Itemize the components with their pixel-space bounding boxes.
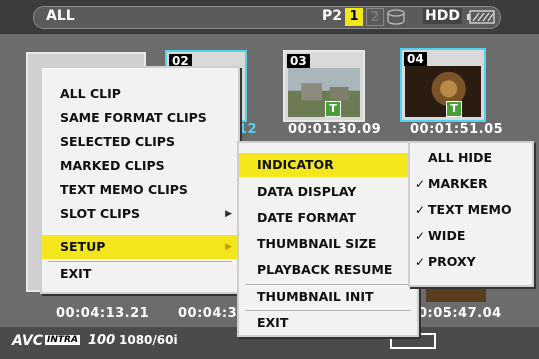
menu-item-label: SELECTED CLIPS: [60, 134, 175, 149]
codec-bitrate: 100: [88, 333, 116, 348]
hdd-icon: [387, 9, 405, 25]
main-menu: ALL CLIP SAME FORMAT CLIPS SELECTED CLIP…: [40, 66, 240, 294]
setup-submenu: INDICATOR DATA DISPLAY DATE FORMAT THUMB…: [237, 141, 419, 337]
filter-label: ALL: [46, 8, 75, 24]
menu-item-label: TEXT MEMO CLIPS: [60, 182, 188, 197]
thumbnail-timecode: 12: [238, 122, 258, 137]
menu-item-same-format-clips[interactable]: SAME FORMAT CLIPS: [42, 106, 238, 130]
thumbnail-timecode: 00:04:13.21: [56, 306, 150, 321]
menu-item-text-memo-clips[interactable]: TEXT MEMO CLIPS: [42, 178, 238, 202]
menu-item-all-clip[interactable]: ALL CLIP: [42, 82, 238, 106]
menu-item-label: DATE FORMAT: [257, 210, 356, 225]
menu-item-marked-clips[interactable]: MARKED CLIPS: [42, 154, 238, 178]
menu-item-label: INDICATOR: [257, 157, 334, 172]
menu-item-label: SLOT CLIPS: [60, 206, 140, 221]
menu-item-label: MARKER: [428, 176, 488, 191]
media-label: P2: [322, 8, 343, 24]
menu-item-label: EXIT: [257, 315, 289, 330]
menu-item-data-display[interactable]: DATA DISPLAY: [239, 180, 417, 204]
menu-item-label: DATA DISPLAY: [257, 184, 357, 199]
battery-icon: [467, 10, 495, 24]
menu-item-indicator[interactable]: INDICATOR: [239, 153, 417, 177]
menu-item-label: ALL CLIP: [60, 86, 121, 101]
hdd-label: HDD: [423, 8, 462, 24]
check-icon: ✓: [415, 203, 426, 217]
indicator-submenu: ALL HIDE ✓ MARKER ✓ TEXT MEMO ✓ WIDE ✓ PROXY: [408, 141, 534, 287]
menu-item-label: THUMBNAIL SIZE: [257, 236, 377, 251]
menu-item-marker[interactable]: ✓ MARKER: [410, 172, 532, 196]
resolution-label: 1080/60i: [119, 333, 178, 347]
menu-item-all-hide[interactable]: ALL HIDE: [410, 146, 532, 170]
check-icon: ✓: [415, 177, 426, 191]
thumbnail-image: [288, 68, 360, 118]
submenu-arrow-icon: ▶: [225, 242, 232, 252]
thumbnail-04[interactable]: 04 T: [400, 48, 486, 122]
menu-item-label: THUMBNAIL INIT: [257, 289, 374, 304]
menu-item-label: ALL HIDE: [428, 150, 492, 165]
menu-item-date-format[interactable]: DATE FORMAT: [239, 206, 417, 230]
thumbnail-timecode: 0:05:47.04: [418, 306, 502, 321]
thumbnail-number: 03: [287, 54, 310, 68]
thumbnail-image: [405, 66, 481, 118]
text-memo-marker: T: [325, 101, 341, 117]
menu-item-label: EXIT: [60, 266, 92, 281]
menu-item-slot-clips[interactable]: SLOT CLIPS ▶: [42, 202, 238, 226]
slot-1-indicator: 1: [345, 8, 363, 26]
thumbnail-03[interactable]: 03 T: [283, 50, 365, 122]
codec-prefix: AVC: [12, 333, 43, 349]
menu-item-proxy[interactable]: ✓ PROXY: [410, 250, 532, 274]
menu-item-wide[interactable]: ✓ WIDE: [410, 224, 532, 248]
text-memo-marker: T: [446, 101, 462, 117]
menu-item-text-memo[interactable]: ✓ TEXT MEMO: [410, 198, 532, 222]
clip-browser-screen: ALL P2 1 2 HDD 02 12 03 T 00:01:30.09 04…: [0, 0, 539, 359]
menu-item-selected-clips[interactable]: SELECTED CLIPS: [42, 130, 238, 154]
menu-item-setup[interactable]: SETUP ▶: [42, 235, 238, 259]
menu-item-playback-resume[interactable]: PLAYBACK RESUME: [239, 258, 417, 282]
check-icon: ✓: [415, 229, 426, 243]
thumbnail-number: 04: [404, 52, 427, 66]
codec-intra: INTRA: [45, 335, 80, 345]
submenu-arrow-icon: ▶: [225, 209, 232, 219]
menu-item-label: SAME FORMAT CLIPS: [60, 110, 207, 125]
menu-item-exit[interactable]: EXIT: [42, 262, 238, 286]
menu-item-label: PLAYBACK RESUME: [257, 262, 393, 277]
menu-item-label: TEXT MEMO: [428, 202, 512, 217]
menu-item-label: WIDE: [428, 228, 466, 243]
menu-item-thumbnail-init[interactable]: THUMBNAIL INIT: [239, 285, 417, 309]
thumbnail-timecode: 00:01:51.05: [410, 122, 504, 137]
menu-item-label: PROXY: [428, 254, 476, 269]
menu-item-label: SETUP: [60, 239, 106, 254]
slot-2-indicator: 2: [366, 8, 384, 26]
menu-item-label: MARKED CLIPS: [60, 158, 165, 173]
menu-item-thumbnail-size[interactable]: THUMBNAIL SIZE: [239, 232, 417, 256]
menu-item-exit[interactable]: EXIT: [239, 311, 417, 335]
thumbnail-timecode: 00:01:30.09: [288, 122, 382, 137]
check-icon: ✓: [415, 255, 426, 269]
